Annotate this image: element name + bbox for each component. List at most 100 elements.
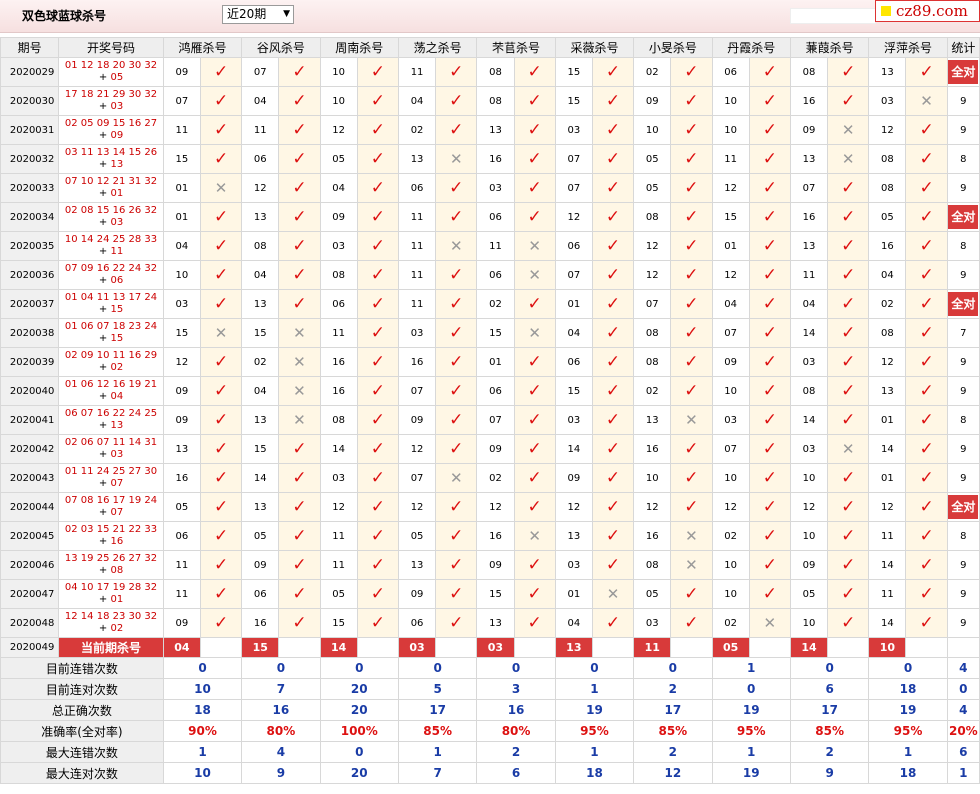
draw-numbers-cell: 02 03 15 21 22 33 + 16: [58, 521, 164, 551]
stats-value: 16: [241, 699, 321, 721]
result-mark-cell: ✓: [513, 289, 556, 319]
check-mark-icon: ✓: [762, 206, 777, 227]
issue-cell: 2020038: [0, 318, 60, 348]
col-expert[interactable]: 丹霞杀号: [711, 37, 791, 58]
issue-cell: 2020032: [0, 144, 60, 174]
stats-value: 0: [789, 657, 870, 679]
result-mark-cell: ✓: [513, 86, 556, 116]
check-mark-icon: ✓: [684, 177, 699, 198]
kill-number-cell: 10: [711, 463, 750, 493]
stats-value: 18: [868, 678, 948, 700]
col-expert[interactable]: 周南杀号: [319, 37, 399, 58]
col-expert[interactable]: 芣苢杀号: [476, 37, 556, 58]
check-mark-icon: ✓: [449, 380, 464, 401]
plus-sign: +: [98, 101, 108, 112]
check-mark-icon: ✓: [605, 235, 621, 256]
result-mark-cell: ✓: [591, 463, 635, 493]
plus-sign: +: [98, 391, 108, 402]
col-expert[interactable]: 荡之杀号: [397, 37, 478, 58]
stats-value: 10: [162, 762, 243, 784]
check-mark-icon: ✓: [919, 612, 934, 633]
check-mark-icon: ✓: [762, 496, 777, 517]
kill-number-cell: 11: [319, 550, 358, 580]
kill-number-cell: 11: [397, 260, 437, 290]
col-expert[interactable]: 小旻杀号: [633, 37, 713, 58]
kill-number-cell: 09: [162, 405, 201, 435]
result-mark-cell: ✓: [356, 202, 399, 232]
stats-value: 0: [397, 657, 478, 679]
result-mark-cell: ✓: [435, 608, 478, 638]
kill-number-cell: 08: [633, 347, 672, 377]
result-mark-cell: ✓: [591, 202, 635, 232]
red-balls: 02 08 15 16 26 32: [64, 205, 158, 216]
result-mark-cell: ✓: [199, 608, 243, 638]
issue-cell: 2020047: [0, 579, 60, 609]
stats-value: 17: [789, 699, 870, 721]
result-mark-cell: ✓: [827, 57, 870, 87]
check-mark-icon: ✓: [762, 351, 777, 372]
check-mark-icon: ✓: [841, 525, 856, 546]
result-mark-cell: ✓: [827, 318, 870, 348]
result-mark-cell: ✓: [278, 289, 321, 319]
check-mark-icon: ✓: [841, 351, 856, 372]
kill-number-cell: 02: [633, 376, 672, 406]
col-expert[interactable]: 采薇杀号: [554, 37, 635, 58]
col-expert[interactable]: 浮萍杀号: [868, 37, 948, 58]
kill-number-cell: 06: [711, 57, 750, 87]
result-mark-cell: ✓: [199, 144, 243, 174]
current-empty-cell: [827, 637, 870, 658]
kill-number-cell: 01: [868, 463, 907, 493]
result-mark-cell: ✓: [356, 347, 399, 377]
stats-value: 19: [711, 762, 791, 784]
col-expert[interactable]: 谷风杀号: [241, 37, 321, 58]
col-expert[interactable]: 蒹葭杀号: [789, 37, 870, 58]
col-expert[interactable]: 鸿雁杀号: [162, 37, 243, 58]
count-cell: 8: [946, 144, 980, 174]
check-mark-icon: ✓: [370, 525, 385, 546]
stats-value: 1: [554, 741, 635, 763]
result-mark-cell: ✓: [827, 376, 870, 406]
issue-cell: 2020042: [0, 434, 60, 464]
kill-number-cell: 15: [711, 202, 750, 232]
red-balls: 01 04 11 13 17 24: [64, 292, 158, 303]
result-mark-cell: ✓: [748, 57, 791, 87]
blue-ball: 03: [110, 217, 124, 228]
red-balls: 04 10 17 19 28 32: [64, 582, 158, 593]
current-empty-cell: [513, 637, 556, 658]
stats-value: 10: [162, 678, 243, 700]
cross-mark-icon: ✕: [841, 120, 855, 139]
red-balls: 07 10 12 21 31 32: [64, 176, 158, 187]
check-mark-icon: ✓: [762, 380, 777, 401]
check-mark-icon: ✓: [919, 177, 934, 198]
search-input[interactable]: [790, 8, 876, 24]
blue-ball: 06: [110, 275, 124, 286]
kill-number-cell: 01: [476, 347, 515, 377]
result-mark-cell: ✕: [670, 405, 713, 435]
kill-number-cell: 12: [554, 202, 593, 232]
blue-ball: 07: [110, 507, 124, 518]
kill-number-cell: 13: [397, 144, 437, 174]
check-mark-icon: ✓: [370, 409, 385, 430]
plus-sign: +: [98, 536, 108, 547]
result-mark-cell: ✓: [356, 57, 399, 87]
plus-sign: +: [98, 275, 108, 286]
table-row: 2020032 03 11 13 14 15 26 + 13 15 ✓ 06 ✓ 05 ✓ 13…: [0, 144, 980, 174]
check-mark-icon: ✓: [213, 438, 229, 459]
kill-number-cell: 09: [789, 550, 829, 580]
result-mark-cell: ✓: [199, 289, 243, 319]
check-mark-icon: ✓: [213, 90, 229, 111]
kill-number-cell: 11: [868, 521, 907, 551]
check-mark-icon: ✓: [370, 235, 385, 256]
site-logo[interactable]: cz89.com: [875, 0, 980, 22]
result-mark-cell: ✓: [591, 405, 635, 435]
kill-number-cell: 16: [789, 202, 829, 232]
table-row: 2020030 17 18 21 29 30 32 + 03 07 ✓ 04 ✓ 10 ✓ 04…: [0, 86, 980, 116]
period-select[interactable]: 近20期 ▼: [222, 5, 294, 24]
kill-number-cell: 12: [397, 434, 437, 464]
kill-number-cell: 09: [554, 463, 593, 493]
kill-number-cell: 13: [241, 405, 280, 435]
kill-number-cell: 16: [319, 347, 358, 377]
kill-number-cell: 06: [476, 202, 515, 232]
stats-value: 0: [162, 657, 243, 679]
count-cell: 全对: [946, 492, 980, 522]
